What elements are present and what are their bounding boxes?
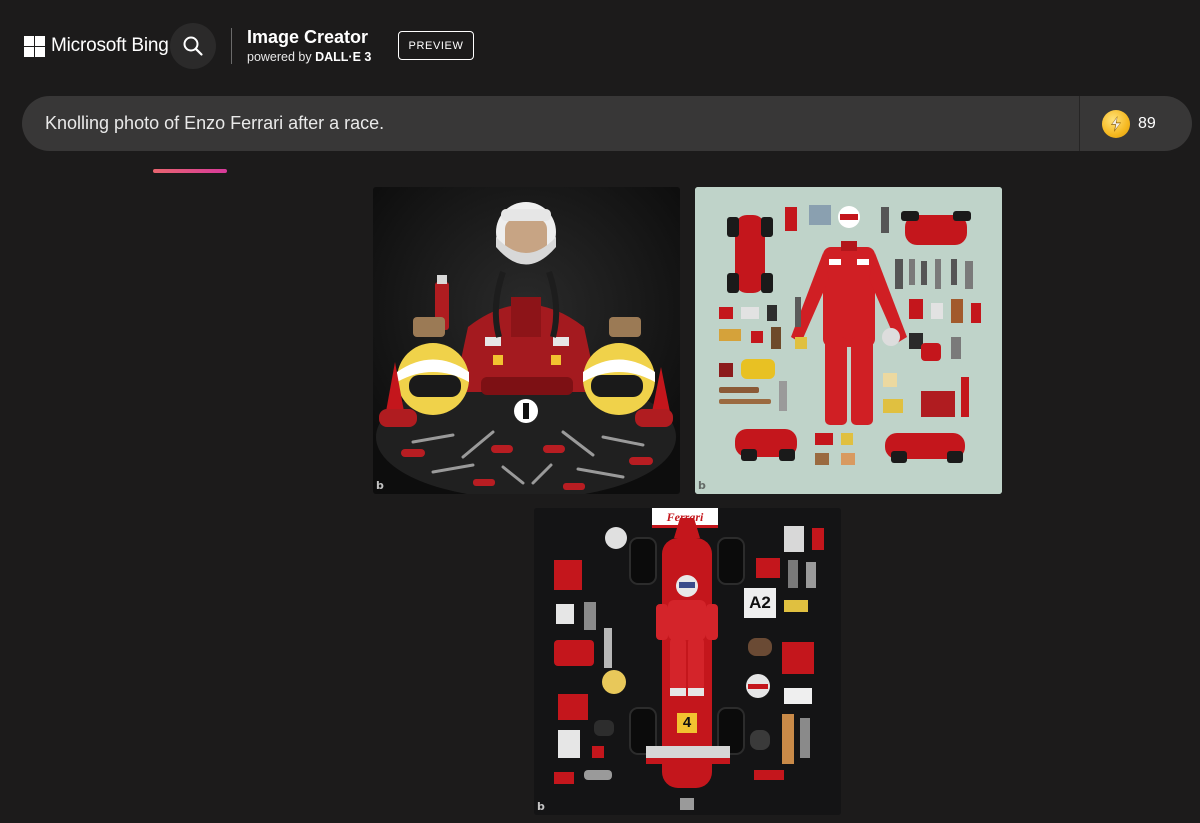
boosts-count: 89 (1138, 114, 1156, 132)
bing-brand-link[interactable]: Microsoft Bing (24, 34, 169, 58)
preview-button[interactable]: PREVIEW (398, 31, 474, 60)
product-title: Image Creator (247, 27, 369, 47)
powered-by-label: powered by (247, 50, 316, 64)
loading-accent-bar (153, 169, 227, 173)
brand-name: Microsoft Bing (51, 35, 169, 56)
product-subtitle: powered by DALL·E 3 (247, 48, 371, 66)
model-name: DALL·E 3 (315, 50, 372, 64)
ferrari-sign: Ferrari (666, 510, 704, 524)
bib-number: A2 (749, 593, 771, 612)
search-button[interactable] (170, 23, 216, 69)
image-watermark: b (537, 800, 545, 813)
image-watermark: b (376, 479, 384, 492)
boosts-counter[interactable]: 89 (1080, 96, 1192, 151)
search-icon (183, 36, 203, 56)
f1-car-knolling-illustration (534, 508, 841, 815)
header-divider (231, 28, 232, 64)
boost-bolt-icon (1102, 109, 1130, 138)
product-title-block[interactable]: Image Creator powered by DALL·E 3 (247, 26, 371, 66)
microsoft-logo-icon (24, 35, 45, 57)
prompt-bar: 89 (22, 96, 1192, 151)
generated-image-1[interactable]: b (373, 187, 680, 494)
image-watermark: b (698, 479, 706, 492)
generated-image-3[interactable]: Ferrari A2 4 b (534, 508, 841, 815)
header: Microsoft Bing Image Creator powered by … (0, 0, 1200, 92)
prompt-input[interactable] (22, 96, 1079, 151)
knolling-flatlay-illustration (695, 187, 1002, 494)
generated-image-2[interactable]: b (695, 187, 1002, 494)
car-number: 4 (682, 714, 692, 731)
driver-portrait-illustration (373, 187, 680, 494)
